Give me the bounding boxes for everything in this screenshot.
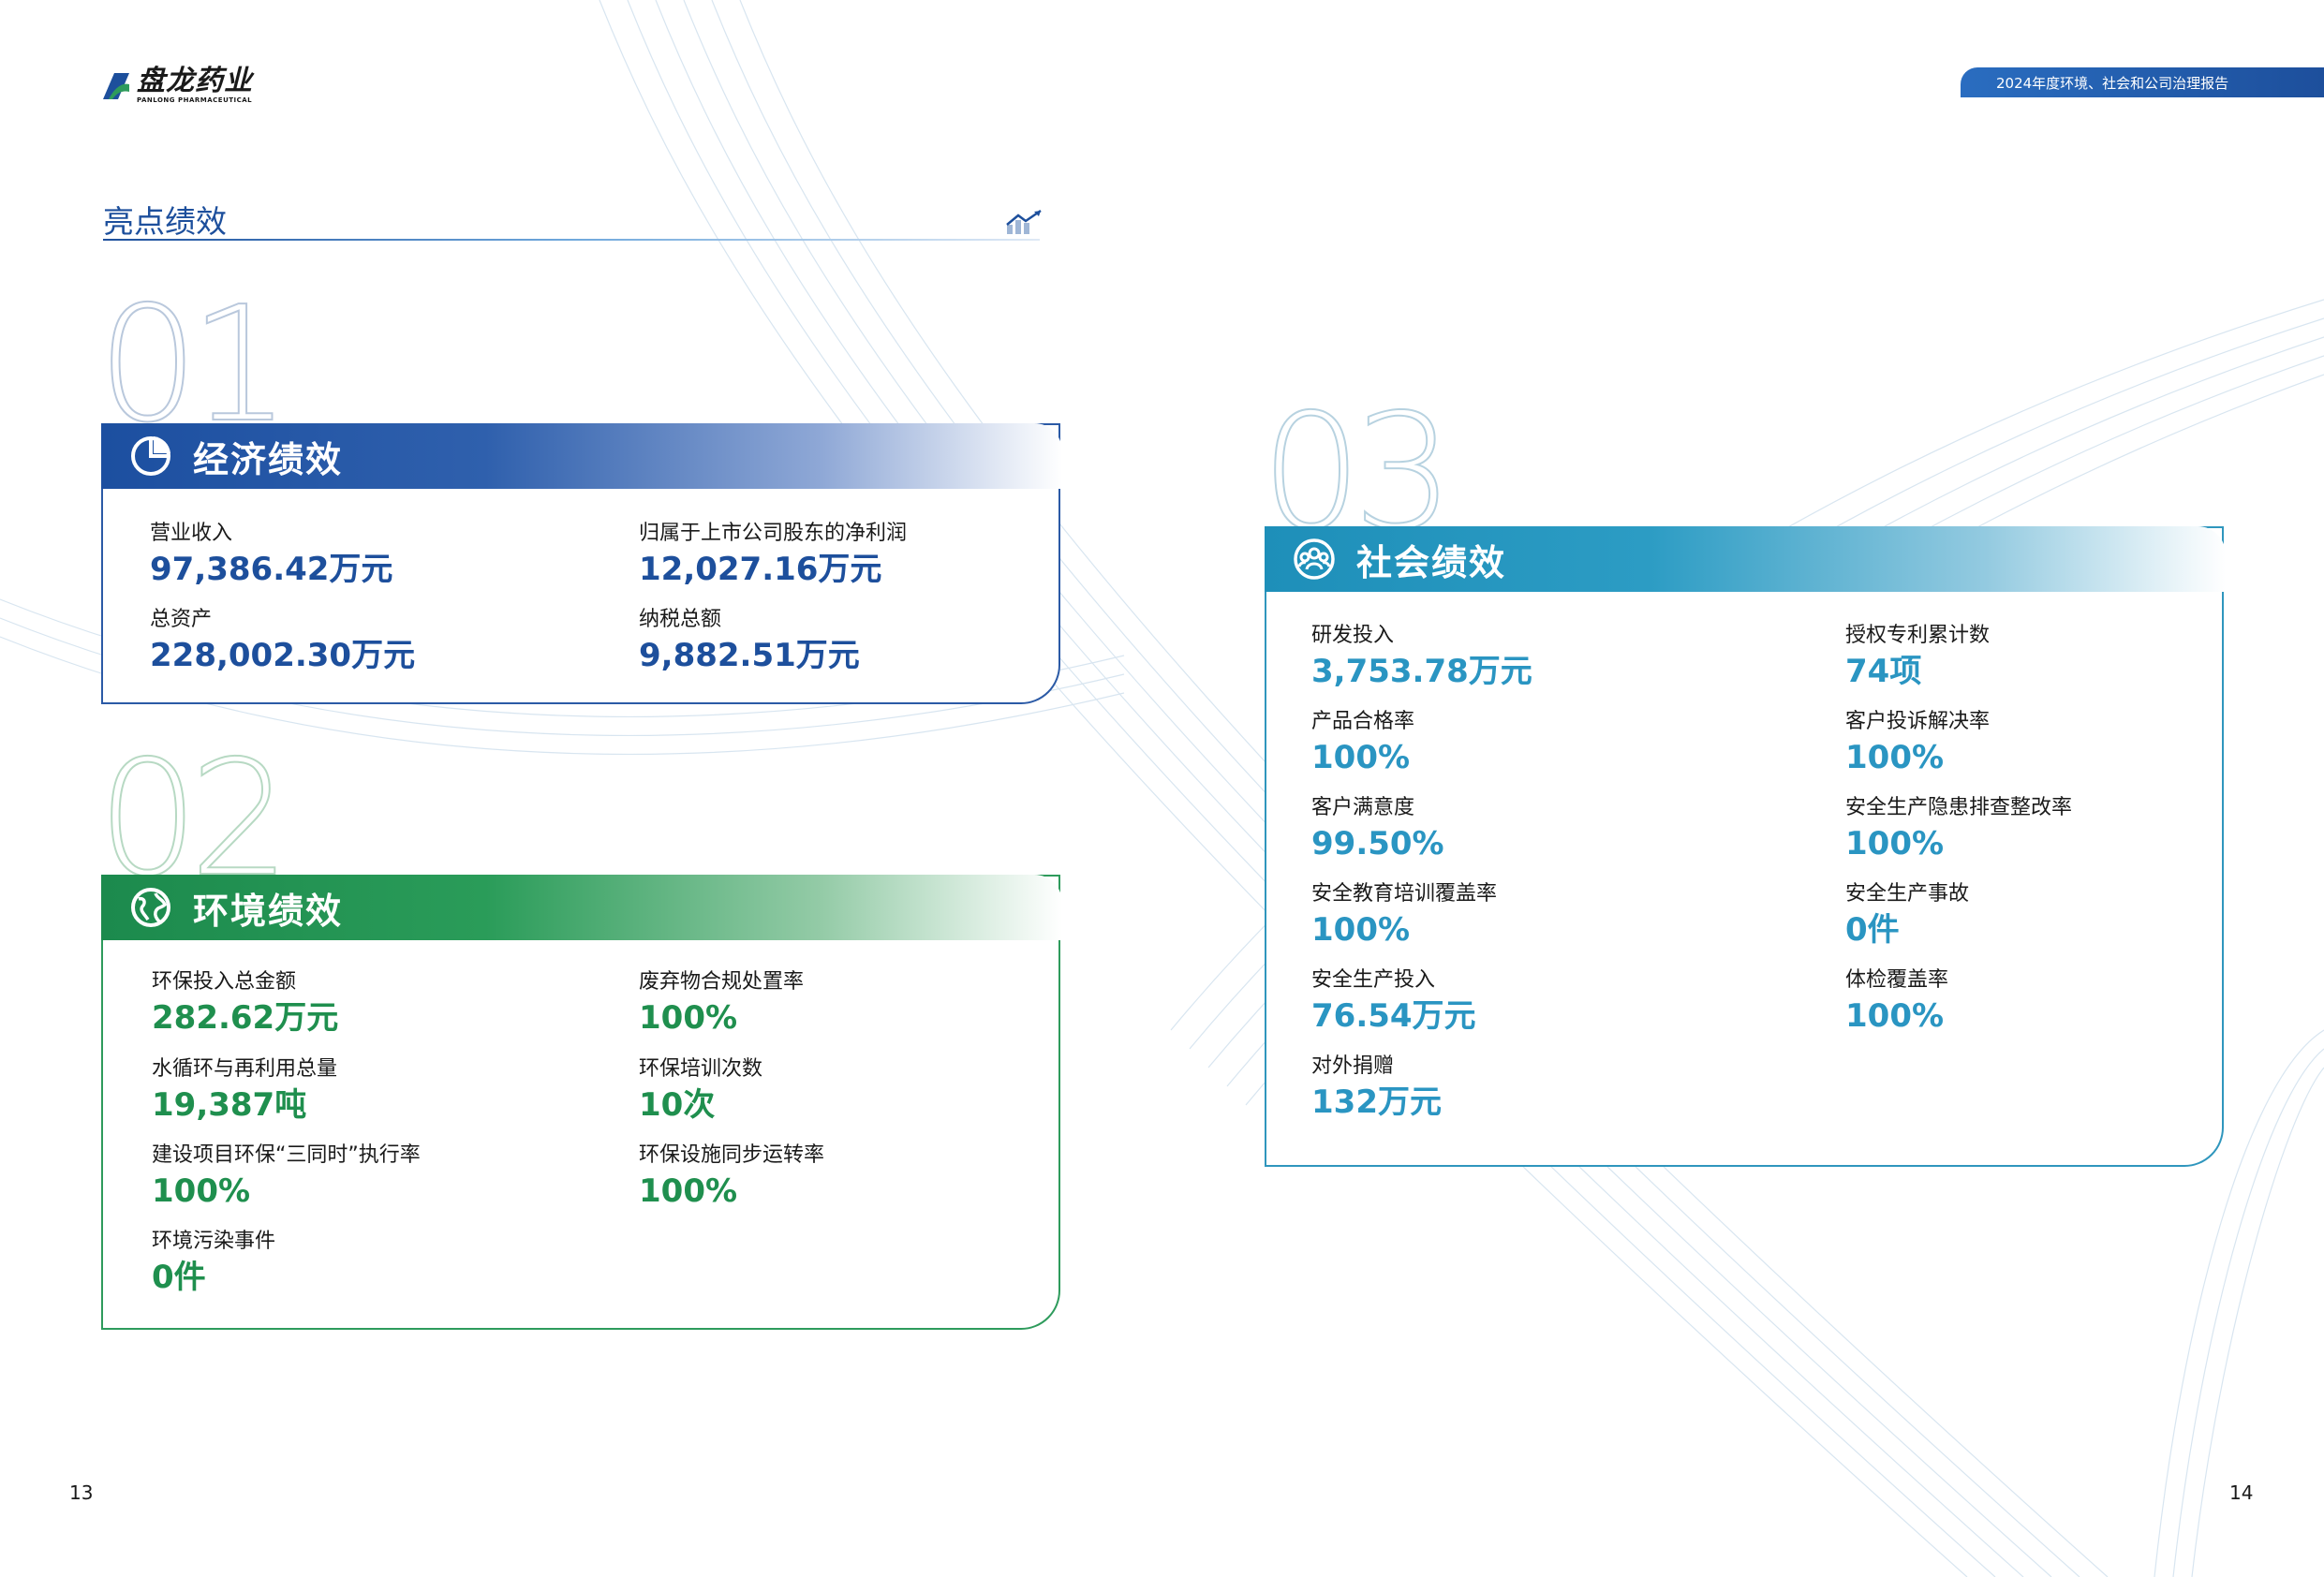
metric-label: 产品合格率 — [1311, 710, 1415, 733]
metric-label: 授权专利累计数 — [1845, 624, 1991, 647]
section-number-01: 01 — [96, 273, 291, 458]
metric-label: 安全生产投入 — [1311, 968, 1436, 992]
economic-card-header: 经济绩效 — [101, 423, 1062, 489]
metric-value: 10次 — [639, 1086, 716, 1125]
company-logo: 盘龙药业 PANLONG PHARMACEUTICAL — [101, 67, 253, 104]
environment-card-header: 环境绩效 — [101, 875, 1062, 940]
metric-label: 安全教育培训覆盖率 — [1311, 882, 1498, 906]
social-card-header: 社会绩效 — [1265, 526, 2226, 592]
metric-item: 体检覆盖率 100% — [1845, 968, 1948, 1037]
metric-label: 水循环与再利用总量 — [152, 1057, 338, 1081]
people-group-icon — [1294, 538, 1335, 580]
metric-value: 12,027.16万元 — [639, 551, 882, 589]
metric-label: 废弃物合规处置率 — [639, 970, 805, 994]
metric-item: 安全教育培训覆盖率 100% — [1311, 882, 1497, 951]
logo-english-name: PANLONG PHARMACEUTICAL — [137, 96, 253, 104]
economic-card-title: 经济绩效 — [193, 438, 344, 480]
social-performance-card: 社会绩效 研发投入 3,753.78万元 授权专利累计数 74项 产品合格率 1… — [1265, 526, 2226, 1167]
metric-item: 纳税总额 9,882.51万元 — [639, 608, 860, 676]
metric-value: 74项 — [1845, 653, 1922, 691]
metric-value: 100% — [1311, 911, 1411, 950]
metric-label: 环保设施同步运转率 — [639, 1143, 825, 1167]
metric-value: 132万元 — [1311, 1083, 1442, 1122]
metric-item: 客户满意度 99.50% — [1311, 796, 1444, 864]
metric-item: 对外捐赠 132万元 — [1311, 1054, 1442, 1123]
metric-label: 研发投入 — [1311, 624, 1395, 647]
metric-label: 安全生产事故 — [1845, 882, 1970, 906]
growth-chart-icon — [1006, 209, 1042, 234]
metric-item: 环保设施同步运转率 100% — [639, 1143, 824, 1212]
economic-performance-card: 经济绩效 营业收入 97,386.42万元 归属于上市公司股东的净利润 12,0… — [101, 423, 1062, 704]
metric-value: 3,753.78万元 — [1311, 653, 1532, 691]
metric-label: 客户满意度 — [1311, 796, 1415, 819]
metric-item: 研发投入 3,753.78万元 — [1311, 624, 1532, 692]
metric-label: 环保培训次数 — [639, 1057, 763, 1081]
metric-item: 客户投诉解决率 100% — [1845, 710, 1990, 778]
metric-item: 安全生产隐患排查整改率 100% — [1845, 796, 2072, 864]
metric-value: 100% — [1845, 997, 1945, 1036]
metric-item: 归属于上市公司股东的净利润 12,027.16万元 — [639, 522, 907, 590]
metric-value: 100% — [152, 1172, 251, 1211]
metric-label: 体检覆盖率 — [1845, 968, 1949, 992]
pie-chart-icon — [131, 436, 170, 476]
metric-value: 19,387吨 — [152, 1086, 307, 1125]
metric-value: 100% — [1311, 739, 1411, 777]
metric-label: 总资产 — [150, 608, 213, 631]
metric-value: 282.62万元 — [152, 999, 339, 1038]
metric-label: 环保投入总金额 — [152, 970, 297, 994]
metric-item: 总资产 228,002.30万元 — [150, 608, 415, 676]
metric-item: 安全生产投入 76.54万元 — [1311, 968, 1476, 1037]
metric-value: 100% — [1845, 739, 1945, 777]
environment-card-title: 环境绩效 — [193, 890, 344, 932]
metric-value: 228,002.30万元 — [150, 637, 416, 675]
metric-label: 环境污染事件 — [152, 1230, 276, 1253]
social-card-title: 社会绩效 — [1356, 541, 1507, 583]
metric-label: 纳税总额 — [639, 608, 722, 631]
metric-item: 产品合格率 100% — [1311, 710, 1414, 778]
metric-label: 安全生产隐患排查整改率 — [1845, 796, 2073, 819]
environment-performance-card: 环境绩效 环保投入总金额 282.62万元 废弃物合规处置率 100% 水循环与… — [101, 875, 1062, 1330]
metric-value: 0件 — [1845, 911, 1900, 950]
dragon-logo-icon — [103, 72, 129, 99]
metric-value: 100% — [1845, 825, 1945, 863]
logo-chinese-name: 盘龙药业 — [137, 65, 253, 97]
metric-item: 环境污染事件 0件 — [152, 1230, 275, 1298]
metric-item: 建设项目环保“三同时”执行率 100% — [152, 1143, 421, 1212]
metric-label: 归属于上市公司股东的净利润 — [639, 522, 908, 545]
page-number-right: 14 — [2229, 1481, 2254, 1504]
metric-value: 0件 — [152, 1259, 206, 1297]
metric-value: 99.50% — [1311, 825, 1444, 863]
report-title-tag: 2024年度环境、社会和公司治理报告 — [1961, 67, 2324, 97]
metric-value: 9,882.51万元 — [639, 637, 860, 675]
metric-label: 建设项目环保“三同时”执行率 — [152, 1143, 421, 1167]
metric-item: 废弃物合规处置率 100% — [639, 970, 804, 1039]
section-title: 亮点绩效 — [103, 203, 227, 240]
metric-item: 水循环与再利用总量 19,387吨 — [152, 1057, 337, 1126]
metric-value: 100% — [639, 999, 738, 1038]
page-number-left: 13 — [69, 1481, 94, 1504]
metric-value: 100% — [639, 1172, 738, 1211]
title-underline — [103, 239, 1040, 241]
metric-item: 营业收入 97,386.42万元 — [150, 522, 392, 590]
metric-item: 安全生产事故 0件 — [1845, 882, 1969, 951]
metric-label: 营业收入 — [150, 522, 233, 545]
metric-label: 对外捐赠 — [1311, 1054, 1395, 1078]
metric-label: 客户投诉解决率 — [1845, 710, 1991, 733]
metric-item: 环保投入总金额 282.62万元 — [152, 970, 338, 1039]
globe-icon — [131, 888, 170, 927]
metric-value: 97,386.42万元 — [150, 551, 393, 589]
metric-item: 授权专利累计数 74项 — [1845, 624, 1990, 692]
metric-item: 环保培训次数 10次 — [639, 1057, 762, 1126]
metric-value: 76.54万元 — [1311, 997, 1476, 1036]
